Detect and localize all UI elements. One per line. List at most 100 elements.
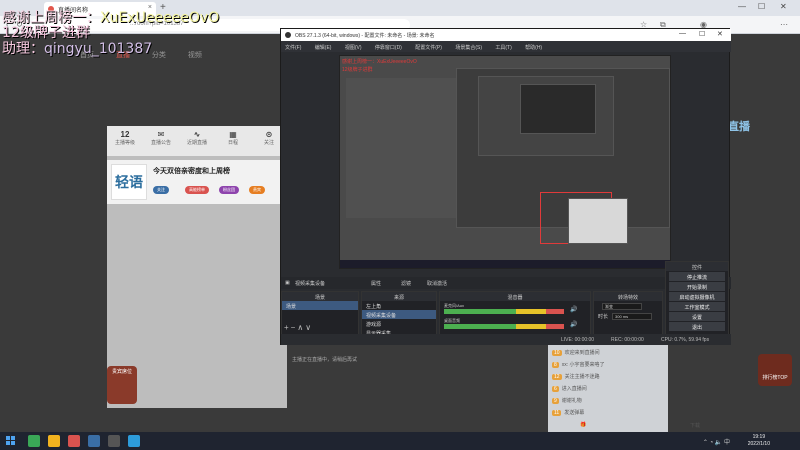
gift-icon[interactable]: 🎁	[580, 422, 586, 428]
stat-follow[interactable]: ⊙ 关注	[255, 130, 283, 146]
rec-status: REC: 00:00:00	[611, 337, 644, 343]
duration-input[interactable]: 300 ms	[612, 313, 653, 320]
overlay-assistant: 助理：qingyu_101387	[2, 41, 153, 57]
menu-edit[interactable]: 编辑(E)	[315, 45, 332, 51]
chat-level-badge: 12	[552, 374, 562, 380]
follow-pill[interactable]: 关注	[153, 186, 169, 194]
scene-tools: +−∧∨	[284, 323, 313, 332]
transitions-header: 转场特效	[594, 292, 662, 301]
chat-text: 关注主播不迷路	[564, 374, 600, 380]
obs-close-button[interactable]: ✕	[717, 30, 723, 38]
chat-panel: 12XuEx: 哈哈10欢迎来到直播间8xx: 小宇宙要来咯了12关注主播不迷路…	[548, 334, 668, 432]
preview-overlay-text1: 感谢上周榜一：XuExUeeeeeOvO	[342, 59, 417, 65]
selected-source-label: 视频采集设备	[295, 281, 326, 287]
transition-type-row: 渐变	[594, 301, 662, 311]
obs-minimize-button[interactable]: —	[679, 30, 686, 37]
gift-bar: 🎁 下载	[580, 422, 730, 432]
transition-type-select[interactable]: 渐变	[602, 303, 642, 310]
duration-label: 时长	[598, 314, 609, 320]
system-tray[interactable]: ⌃ ◔ 🔈 中	[703, 437, 730, 446]
stream-hint: 主播正在直播中，请稍后再试	[292, 357, 358, 363]
chat-text: xx: 小宇宙要来咯了	[561, 362, 605, 368]
chat-line: 10 欢迎来到直播间	[548, 346, 668, 358]
taskbar-media-app-icon[interactable]	[68, 435, 80, 447]
scene-item[interactable]: 场景	[282, 301, 358, 310]
rank-banner[interactable]: 排行榜TOP	[758, 354, 792, 386]
chat-level-badge: 11	[552, 410, 562, 416]
close-window-button[interactable]: ✕	[780, 2, 787, 11]
controls-dock: 控件 停止推流 开始录制 启动虚拟摄像机 工作室模式 设置 退出	[665, 261, 729, 335]
virtual-camera-button[interactable]: 启动虚拟摄像机	[669, 292, 725, 301]
windows-start-icon[interactable]	[6, 436, 16, 446]
cpu-status: CPU: 0.7%, 59.94 fps	[661, 337, 710, 343]
menu-profile[interactable]: 配置文件(P)	[415, 45, 442, 51]
menu-help[interactable]: 帮助(H)	[525, 45, 542, 51]
preview-nested-inner	[520, 84, 596, 134]
chat-text: 谢谢礼物	[561, 398, 582, 404]
start-recording-button[interactable]: 开始录制	[669, 282, 725, 291]
menu-docks[interactable]: 停靠窗口(D)	[375, 45, 402, 51]
scenes-dock: 场景 场景 +−∧∨	[281, 291, 359, 335]
clock-time: 19:19	[752, 434, 766, 440]
source-item[interactable]: 左上角	[362, 301, 436, 310]
stat-level[interactable]: 12 主播等级	[111, 130, 139, 146]
vip-badge[interactable]: 贵宾席位	[107, 366, 137, 404]
menu-icon[interactable]: ⋯	[780, 20, 788, 29]
menu-file[interactable]: 文件(F)	[285, 45, 301, 51]
stat-recent[interactable]: ∿ 近期直播	[183, 130, 211, 146]
overlay-top-donor: 感谢上周榜一：XuExUeeeeeOvO	[2, 10, 220, 26]
obs-window: OBS 27.1.3 (64-bit, windows) - 配置文件: 未命名…	[280, 28, 731, 345]
stat-notice[interactable]: ✉ 直播公告	[147, 130, 175, 146]
speaker-icon[interactable]: 🔊	[570, 321, 577, 328]
obs-maximize-button[interactable]: ☐	[699, 30, 705, 38]
transitions-dock: 转场特效 渐变 时长 300 ms	[593, 291, 663, 335]
taskbar-obs-icon[interactable]	[108, 435, 120, 447]
source-item[interactable]: 视频采集设备	[362, 310, 436, 319]
system-clock[interactable]: 19:19 2022/1/10	[748, 434, 770, 448]
filters-button[interactable]: 滤镜	[401, 280, 411, 287]
nav-category[interactable]: 分类	[152, 52, 166, 59]
source-item[interactable]: 游戏源	[362, 319, 436, 328]
minimize-button[interactable]: —	[738, 2, 746, 11]
taskbar-edge-browser-icon[interactable]	[28, 435, 40, 447]
settings-button[interactable]: 设置	[669, 312, 725, 321]
camera-icon: ▣	[285, 280, 290, 286]
menu-tools[interactable]: 工具(T)	[495, 45, 511, 51]
chat-level-badge: 8	[552, 362, 559, 368]
chat-text: 发送弹幕	[564, 410, 585, 416]
sources-dock: 来源 左上角 视频采集设备 游戏源 显示器采集	[361, 291, 437, 337]
preview-chat-capture	[568, 198, 628, 244]
fans-pill[interactable]: 粉丝团	[219, 186, 239, 194]
taskbar-other-app-icon[interactable]	[128, 435, 140, 447]
preview-taskbar	[340, 260, 670, 268]
maximize-button[interactable]: ☐	[758, 2, 765, 11]
menu-scene-collection[interactable]: 场景集合(S)	[455, 45, 482, 51]
mixer-meter	[444, 324, 564, 329]
chat-line: 9 谢谢礼物	[548, 394, 668, 406]
add-scene-icon[interactable]: +	[284, 323, 291, 332]
properties-button[interactable]: 属性	[371, 280, 381, 287]
controls-header: 控件	[666, 262, 728, 271]
deactivate-button[interactable]: 取消激活	[427, 280, 447, 287]
exit-button[interactable]: 退出	[669, 322, 725, 331]
studio-mode-button[interactable]: 工作室模式	[669, 302, 725, 311]
menu-view[interactable]: 视图(V)	[345, 45, 362, 51]
chat-line: 6 进入直播间	[548, 382, 668, 394]
move-down-icon[interactable]: ∨	[305, 323, 313, 332]
room-logo: 轻语	[111, 164, 147, 200]
rank-pill[interactable]: 高能榜单	[185, 186, 209, 194]
stat-schedule[interactable]: ▦ 日程	[219, 130, 247, 146]
taskbar-explorer-icon[interactable]	[48, 435, 60, 447]
mixer-meter	[444, 309, 564, 314]
download-link[interactable]: 下载	[690, 422, 700, 429]
nav-video[interactable]: 视频	[188, 52, 202, 59]
speaker-icon[interactable]: 🔊	[570, 306, 577, 313]
chat-line: 8 xx: 小宇宙要来咯了	[548, 358, 668, 370]
taskbar-steam-icon[interactable]	[88, 435, 100, 447]
preview-overlay-text2: 12级牌子进群	[342, 67, 373, 73]
vip-pill[interactable]: 贵宾	[249, 186, 265, 194]
obs-preview-canvas[interactable]: 感谢上周榜一：XuExUeeeeeOvO 12级牌子进群	[339, 55, 671, 269]
stop-streaming-button[interactable]: 停止推流	[669, 272, 725, 281]
chat-level-badge: 9	[552, 398, 559, 404]
chat-level-badge: 10	[552, 350, 562, 356]
